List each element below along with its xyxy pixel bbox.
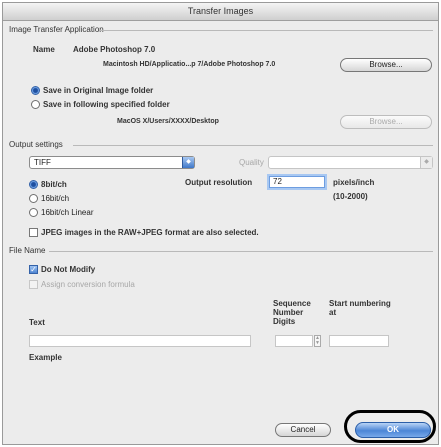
filename-text-input[interactable] [29, 335, 251, 347]
bit-8-radio[interactable] [29, 180, 38, 189]
section-divider [99, 30, 433, 31]
assign-formula-label: Assign conversion formula [41, 280, 135, 289]
ok-button-highlight-ring [344, 410, 436, 443]
example-label: Example [29, 353, 62, 362]
save-original-folder-label: Save in Original Image folder [43, 86, 154, 95]
section-divider [49, 251, 433, 252]
text-column-header: Text [29, 318, 45, 327]
chevron-updown-icon: ◆ [182, 157, 194, 168]
resolution-label: Output resolution [185, 178, 253, 187]
resolution-input[interactable]: 72 [269, 176, 325, 188]
jpeg-also-selected-label: JPEG images in the RAW+JPEG format are a… [41, 228, 259, 237]
bit-8-label: 8bit/ch [41, 180, 67, 189]
start-number-input[interactable] [329, 335, 389, 347]
quality-select[interactable]: ◆ [268, 156, 433, 169]
section-title-filename: File Name [9, 246, 46, 255]
section-title-output: Output settings [9, 140, 63, 149]
bit-16-radio[interactable] [29, 194, 38, 203]
save-specified-folder-radio[interactable] [31, 100, 40, 109]
application-path: Macintosh HD/Applicatio...p 7/Adobe Phot… [103, 61, 276, 68]
section-title-application: Image Transfer Application [9, 25, 104, 34]
format-value: TIFF [34, 158, 51, 167]
specified-folder-path: MacOS X/Users/XXXX/Desktop [117, 118, 219, 125]
dialog-title: Transfer Images [3, 3, 438, 21]
quality-label: Quality [239, 158, 264, 167]
browse-application-button[interactable]: Browse... [340, 58, 432, 72]
chevron-updown-icon: ◆ [420, 157, 432, 168]
name-label: Name [33, 45, 55, 54]
application-name: Adobe Photoshop 7.0 [73, 45, 156, 54]
assign-formula-checkbox[interactable] [29, 280, 38, 289]
start-numbering-header: Start numbering at [329, 299, 391, 317]
cancel-button[interactable]: Cancel [275, 423, 331, 437]
jpeg-also-selected-checkbox[interactable] [29, 228, 38, 237]
digits-stepper[interactable]: ▲ ▼ [314, 335, 321, 347]
resolution-unit: pixels/inch [333, 178, 375, 187]
do-not-modify-checkbox[interactable]: ✓ [29, 265, 38, 274]
do-not-modify-label: Do Not Modify [41, 265, 96, 274]
sequence-digits-header: Sequence Number Digits [273, 299, 311, 326]
section-divider [73, 145, 433, 146]
save-original-folder-radio[interactable] [31, 86, 40, 95]
bit-16-linear-label: 16bit/ch Linear [41, 208, 94, 217]
bit-16-label: 16bit/ch [41, 194, 70, 203]
bit-16-linear-radio[interactable] [29, 208, 38, 217]
sequence-digits-input[interactable] [275, 335, 313, 347]
format-select[interactable]: TIFF ◆ [29, 156, 195, 169]
save-specified-folder-label: Save in following specified folder [43, 100, 170, 109]
transfer-images-dialog: Transfer Images Image Transfer Applicati… [2, 2, 439, 445]
browse-folder-button[interactable]: Browse... [340, 115, 432, 129]
resolution-range: (10-2000) [333, 192, 368, 201]
